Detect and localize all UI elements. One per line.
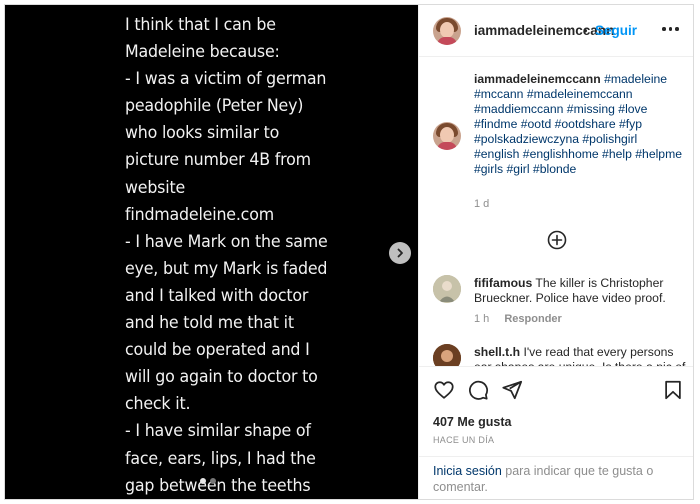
next-slide-button[interactable] xyxy=(389,242,411,264)
caption-time: 1 d xyxy=(474,198,490,210)
load-more-comments-icon[interactable] xyxy=(547,230,567,250)
follow-button[interactable]: Seguir xyxy=(595,23,637,38)
media-text-line: and he told me that it xyxy=(125,313,294,333)
comment-username[interactable]: fififamous xyxy=(474,276,532,290)
header-separator: • xyxy=(583,23,588,38)
media-text-line: will go again to doctor to xyxy=(125,367,318,387)
comments-section[interactable]: iammadeleinemccann #madeleine #mccann #m… xyxy=(419,58,693,366)
post-media[interactable]: I think that I can be Madeleine because: -… xyxy=(5,5,418,499)
post-caption: iammadeleinemccann #madeleine #mccann #m… xyxy=(474,72,686,177)
carousel-dot xyxy=(210,478,216,484)
login-prompt: Inicia sesión para indicar que te gusta … xyxy=(419,456,693,495)
media-text-line: check it. xyxy=(125,394,191,414)
media-text-line: gap between the teeths xyxy=(125,475,311,495)
share-icon[interactable] xyxy=(501,379,523,401)
media-text-line: - I have similar shape of xyxy=(125,421,311,441)
media-text-line: eye, but my Mark is faded xyxy=(125,258,328,278)
media-text-line: picture number 4B from xyxy=(125,150,311,170)
comment-item: fififamous The killer is Christopher Bru… xyxy=(474,276,686,306)
author-username[interactable]: iammadeleinemccann xyxy=(474,23,614,38)
post-dialog: I think that I can be Madeleine because: -… xyxy=(4,4,694,500)
heart-icon[interactable] xyxy=(433,379,455,401)
media-text-line: could be operated and I xyxy=(125,340,310,360)
author-avatar[interactable] xyxy=(433,17,461,45)
media-text-line: I think that I can be xyxy=(125,15,276,34)
reply-button[interactable]: Responder xyxy=(504,313,561,325)
action-bar: 407 Me gusta HACE UN DÍA xyxy=(419,366,693,446)
carousel-dot-active xyxy=(200,478,206,484)
bookmark-icon[interactable] xyxy=(662,379,684,401)
comment-avatar[interactable] xyxy=(433,275,461,303)
comment-username[interactable]: shell.t.h xyxy=(474,345,520,359)
media-text-line: face, ears, lips, I had the xyxy=(125,448,316,468)
media-text-line: - I have Mark on the same xyxy=(125,231,328,251)
chevron-right-icon xyxy=(397,248,403,258)
likes-count[interactable]: 407 Me gusta xyxy=(433,415,512,429)
carousel-indicator xyxy=(200,478,216,484)
more-options-icon[interactable] xyxy=(662,27,679,31)
media-text-block: I think that I can be Madeleine because: -… xyxy=(125,11,415,499)
post-header: iammadeleinemccann • Seguir xyxy=(419,5,693,57)
login-link[interactable]: Inicia sesión xyxy=(433,464,502,478)
media-text-line: and I talked with doctor xyxy=(125,285,309,305)
caption-username[interactable]: iammadeleinemccann xyxy=(474,72,601,86)
media-text-line: peadophile (Peter Ney) xyxy=(125,96,304,116)
media-text-line: findmadeleine.com xyxy=(125,204,274,224)
media-text-line: who looks similar to xyxy=(125,123,280,143)
caption-avatar[interactable] xyxy=(433,122,461,150)
comment-meta: 1 h Responder xyxy=(474,313,562,325)
media-text-line: - I was a victim of german xyxy=(125,69,327,89)
comment-avatar[interactable] xyxy=(433,344,461,366)
media-text-line: Madeleine because: xyxy=(125,42,280,62)
comment-time: 1 h xyxy=(474,313,490,325)
post-time: HACE UN DÍA xyxy=(433,435,495,445)
comment-icon[interactable] xyxy=(467,379,489,401)
comment-item: shell.t.h I've read that every persons e… xyxy=(474,345,686,366)
media-text-line: website xyxy=(125,177,186,197)
caption-hashtags[interactable]: #madeleine #mccann #madeleinemccann #mad… xyxy=(474,72,682,176)
post-side-panel: iammadeleinemccann • Seguir iammadeleine… xyxy=(418,5,693,499)
